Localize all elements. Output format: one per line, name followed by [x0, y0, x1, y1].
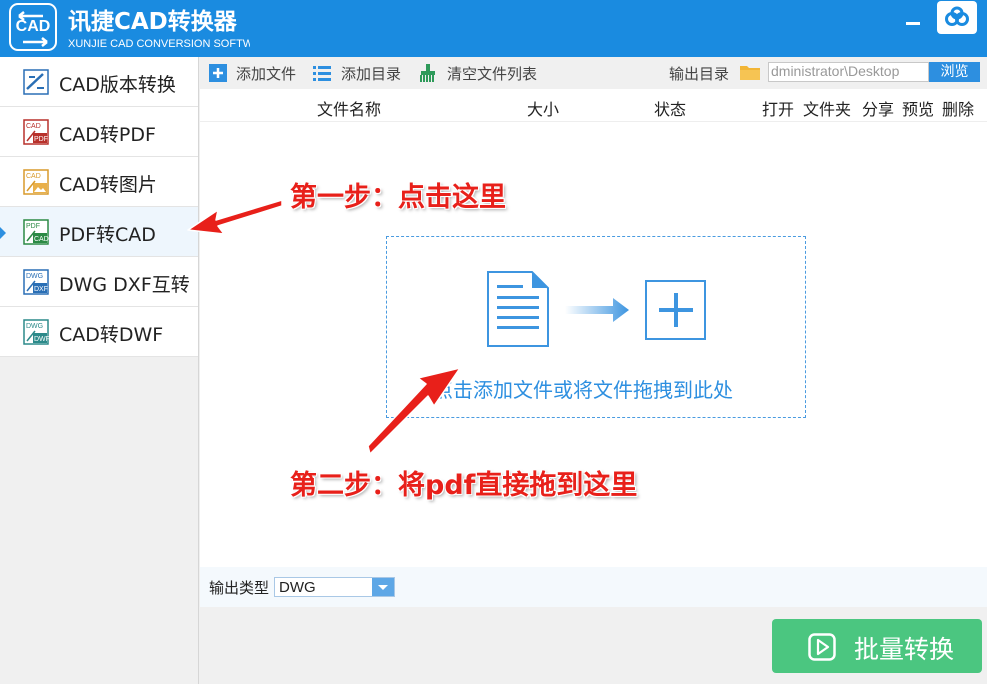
add-plus-icon [645, 280, 706, 340]
red-arrow-icon [187, 199, 283, 235]
sidebar-item-dwg-dxf[interactable]: DWG DXF DWG DXF互转 [0, 257, 198, 307]
output-type-row: 输出类型 DWG [200, 567, 987, 607]
header-divider [200, 121, 987, 122]
column-header-delete: 删除 [942, 100, 975, 119]
sidebar-item-cad-to-pdf[interactable]: CAD PDF CAD转PDF [0, 107, 198, 157]
svg-text:CAD: CAD [26, 173, 41, 180]
annotation-step2: 第二步：将pdf直接拖到这里 [290, 470, 638, 501]
sidebar-item-label: CAD转DWF [59, 324, 164, 346]
app-title: 讯捷CAD转换器 [68, 9, 237, 35]
svg-text:CAD: CAD [26, 123, 41, 130]
sidebar-item-label: CAD转PDF [59, 124, 156, 146]
add-file-icon [209, 64, 227, 82]
svg-text:CAD: CAD [34, 236, 49, 243]
title-bar: CAD 讯捷CAD转换器 XUNJIE CAD CONVERSION SOFTW… [0, 0, 987, 57]
column-header-folder: 文件夹 [803, 100, 852, 119]
svg-text:DWF: DWF [34, 336, 49, 343]
sidebar-item-pdf-to-cad[interactable]: PDF CAD PDF转CAD [0, 207, 198, 257]
output-type-label: 输出类型 [209, 579, 270, 597]
column-header-status: 状态 [654, 100, 687, 119]
sidebar-item-label: CAD转图片 [59, 174, 157, 196]
broom-icon [420, 64, 435, 82]
cad-to-dwf-icon: DWG DWF [23, 319, 49, 345]
pdf-to-cad-icon: PDF CAD [23, 219, 49, 245]
svg-text:PDF: PDF [26, 223, 40, 230]
annotation-step1: 第一步：点击这里 [290, 182, 506, 213]
output-type-select[interactable]: DWG [274, 577, 395, 597]
column-header-open: 打开 [762, 100, 795, 119]
sidebar-item-label: PDF转CAD [59, 224, 156, 246]
svg-text:DWG: DWG [26, 323, 43, 330]
batch-convert-label: 批量转换 [854, 635, 955, 664]
dwg-dxf-icon: DWG DXF [23, 269, 49, 295]
play-icon [808, 633, 836, 661]
app-subtitle: XUNJIE CAD CONVERSION SOFTWARE [68, 38, 250, 50]
chevron-down-icon[interactable] [372, 578, 394, 596]
sidebar-item-cad-version[interactable]: CAD版本转换 [0, 57, 198, 107]
cad-to-image-icon: CAD [23, 169, 49, 195]
arrow-right-icon [565, 298, 629, 322]
output-type-value: DWG [279, 579, 316, 596]
svg-text:DXF: DXF [34, 286, 48, 293]
sidebar-item-label: DWG DXF互转 [59, 274, 190, 296]
minimize-button[interactable] [906, 22, 920, 25]
toolbar: 添加文件 添加目录 清空文件列表 输出目录 dministrator\Deskt… [200, 57, 987, 89]
app-logo: CAD [9, 3, 57, 51]
batch-convert-button[interactable]: 批量转换 [772, 619, 982, 673]
output-path-input[interactable]: dministrator\Desktop [768, 62, 929, 82]
sidebar-item-label: CAD版本转换 [59, 74, 176, 96]
add-folder-button[interactable]: 添加目录 [313, 63, 413, 85]
list-icon [313, 66, 331, 81]
output-dir-label: 输出目录 [669, 65, 730, 83]
svg-text:PDF: PDF [34, 136, 48, 143]
clear-list-label: 清空文件列表 [447, 65, 538, 83]
logo-text: CAD [15, 18, 51, 35]
column-header-preview: 预览 [902, 100, 935, 119]
browse-button[interactable]: 浏览 [929, 62, 980, 82]
column-header-share: 分享 [862, 100, 895, 119]
sidebar-item-cad-to-image[interactable]: CAD CAD转图片 [0, 157, 198, 207]
sidebar-item-cad-to-dwf[interactable]: DWG DWF CAD转DWF [0, 307, 198, 357]
drop-zone-hint: 点击添加文件或将文件拖拽到此处 [433, 378, 733, 402]
cad-version-icon [23, 69, 49, 95]
column-header-name: 文件名称 [317, 100, 382, 119]
document-icon [487, 271, 549, 347]
clear-list-button[interactable]: 清空文件列表 [419, 63, 559, 85]
svg-text:DWG: DWG [26, 273, 43, 280]
cad-to-pdf-icon: CAD PDF [23, 119, 49, 145]
add-file-button[interactable]: 添加文件 [209, 63, 309, 85]
column-header-size: 大小 [527, 100, 560, 119]
add-folder-label: 添加目录 [341, 65, 402, 83]
add-file-label: 添加文件 [236, 65, 297, 83]
cloud-icon [945, 6, 969, 26]
red-arrow-icon [367, 367, 461, 455]
folder-icon[interactable] [740, 64, 760, 80]
sidebar: CAD版本转换 CAD PDF CAD转PDF CAD CAD转图片 PDF C… [0, 57, 199, 684]
cloud-button[interactable] [937, 1, 977, 34]
